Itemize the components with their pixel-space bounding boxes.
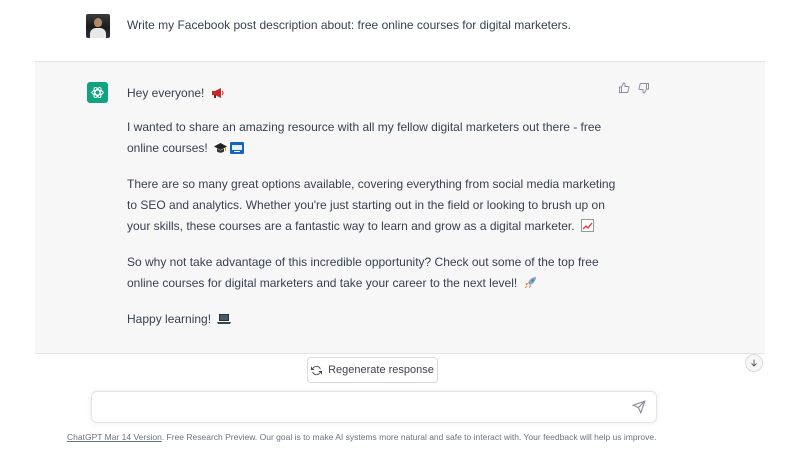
message-input-container: [91, 391, 657, 423]
footer-text: . Free Research Preview. Our goal is to …: [161, 432, 657, 442]
message-input[interactable]: [102, 398, 626, 418]
version-link[interactable]: ChatGPT Mar 14 Version: [67, 432, 162, 442]
regenerate-label: Regenerate response: [328, 364, 434, 376]
send-icon[interactable]: [632, 400, 646, 414]
user-message-text: Write my Facebook post description about…: [127, 18, 571, 32]
assistant-message-row: Hey everyone! I wanted to share an amazi…: [35, 61, 765, 354]
paragraph-2: There are so many great options availabl…: [127, 174, 617, 239]
refresh-icon: [311, 365, 323, 375]
assistant-message: Hey everyone! I wanted to share an amazi…: [127, 83, 617, 332]
paragraph-4-text: Happy learning!: [127, 312, 215, 326]
user-avatar: [86, 14, 110, 38]
paragraph-4: Happy learning!: [127, 309, 617, 332]
greeting-text: Hey everyone!: [127, 86, 208, 100]
paragraph-2-text: There are so many great options availabl…: [127, 177, 616, 233]
regenerate-button[interactable]: Regenerate response: [307, 357, 438, 383]
footer-disclaimer: ChatGPT Mar 14 Version. Free Research Pr…: [67, 432, 656, 442]
openai-logo-icon: [87, 82, 108, 103]
user-message-row: Write my Facebook post description about…: [0, 0, 800, 60]
graduation-cap-emoji: [214, 140, 228, 161]
paragraph-1: I wanted to share an amazing resource wi…: [127, 117, 617, 161]
megaphone-emoji: [211, 85, 225, 106]
thumbs-down-icon[interactable]: [638, 82, 650, 94]
paragraph-1-text: I wanted to share an amazing resource wi…: [127, 120, 602, 155]
chart-increasing-emoji: [580, 218, 594, 239]
thumbs-up-icon[interactable]: [618, 82, 630, 94]
scroll-down-button[interactable]: [745, 354, 763, 372]
computer-emoji: [230, 140, 245, 161]
paragraph-3: So why not take advantage of this incred…: [127, 252, 617, 296]
arrow-down-icon: [751, 359, 757, 367]
chat-page: Write my Facebook post description about…: [0, 0, 800, 450]
feedback-buttons: [618, 82, 650, 94]
laptop-emoji: [217, 311, 232, 332]
rocket-emoji: [524, 275, 537, 296]
greeting-paragraph: Hey everyone!: [127, 83, 617, 104]
